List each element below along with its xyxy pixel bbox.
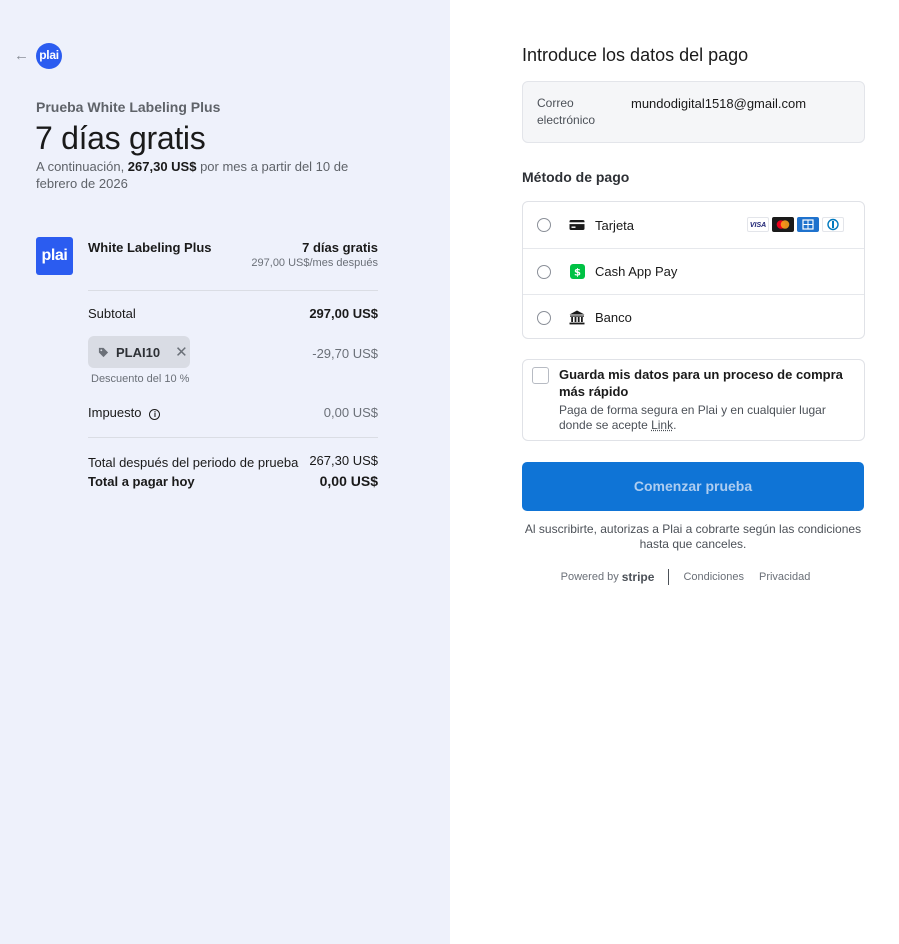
product-name: Prueba White Labeling Plus <box>36 99 221 115</box>
save-details-box: Guarda mis datos para un proceso de comp… <box>522 359 865 441</box>
legal-text: Al suscribirte, autorizas a Plai a cobra… <box>524 522 862 551</box>
cashapp-icon: $ <box>569 264 585 279</box>
footer-divider <box>668 569 670 585</box>
save-desc-end: . <box>673 418 677 432</box>
payment-title: Introduce los datos del pago <box>522 45 749 65</box>
powered-by[interactable]: Powered by stripe <box>561 570 655 584</box>
visa-icon: VISA <box>747 217 769 232</box>
payment-option-cashapp[interactable]: $ Cash App Pay <box>523 248 864 294</box>
email-value[interactable]: mundodigital1518@gmail.com <box>631 96 806 111</box>
item-price-after: 297,00 US$/mes después <box>251 257 378 269</box>
today-value: 0,00 US$ <box>319 473 378 489</box>
radio-cashapp[interactable] <box>537 264 551 279</box>
back-arrow-icon[interactable]: ← <box>14 47 32 65</box>
item-name: White Labeling Plus <box>88 240 212 255</box>
item-logo: plai <box>36 237 73 275</box>
order-summary-panel: ← plai Prueba White Labeling Plus 7 días… <box>0 0 450 944</box>
trial-title: 7 días gratis <box>35 120 206 156</box>
tax-label-row: Impuesto i <box>88 405 161 420</box>
card-icon <box>569 218 585 232</box>
billing-desc-amount: 267,30 US$ <box>127 159 197 174</box>
payment-option-label: Cash App Pay <box>595 264 678 279</box>
item-price-block: 7 días gratis 297,00 US$/mes después <box>251 240 378 269</box>
save-details-title[interactable]: Guarda mis datos para un proceso de comp… <box>559 366 859 400</box>
footer: Powered by stripe Condiciones Privacidad <box>522 569 864 585</box>
promo-code-text: PLAI10 <box>116 344 161 360</box>
payment-option-card[interactable]: Tarjeta VISA <box>523 202 864 248</box>
payment-panel: Introduce los datos del pago Correo elec… <box>450 0 899 944</box>
svg-text:$: $ <box>574 267 581 278</box>
promo-code-chip[interactable]: PLAI10 ✕ <box>88 336 190 368</box>
billing-desc-prefix: A continuación, <box>36 159 128 174</box>
save-desc-text: Paga de forma segura en Plai y en cualqu… <box>559 403 826 432</box>
payment-option-label: Banco <box>595 310 632 325</box>
save-details-checkbox[interactable] <box>532 367 549 384</box>
privacy-link[interactable]: Privacidad <box>759 571 810 583</box>
payment-method-list: Tarjeta VISA $ Cash App Pay Banco <box>522 201 865 339</box>
plai-logo[interactable]: plai <box>36 43 62 69</box>
info-icon[interactable]: i <box>149 409 161 420</box>
payment-method-title: Método de pago <box>522 169 630 185</box>
discount-note: Descuento del 10 % <box>91 373 190 385</box>
amex-icon <box>797 217 819 232</box>
divider <box>88 437 378 438</box>
radio-card[interactable] <box>537 218 551 232</box>
remove-promo-icon[interactable]: ✕ <box>175 343 188 361</box>
subtotal-value: 297,00 US$ <box>309 306 378 321</box>
payment-option-label: Tarjeta <box>595 217 635 233</box>
terms-link[interactable]: Condiciones <box>683 571 744 583</box>
start-trial-button[interactable]: Comenzar prueba <box>522 462 864 511</box>
discount-value: -29,70 US$ <box>312 346 378 361</box>
radio-bank[interactable] <box>537 310 551 325</box>
link-info-link[interactable]: Link <box>651 418 673 432</box>
card-brands: VISA <box>747 217 844 232</box>
bank-icon <box>569 310 585 325</box>
diners-icon <box>822 217 844 232</box>
billing-description: A continuación, 267,30 US$ por mes a par… <box>36 158 366 192</box>
payment-option-bank[interactable]: Banco <box>523 294 864 340</box>
email-field[interactable]: Correo electrónico mundodigital1518@gmai… <box>522 81 865 143</box>
after-trial-value: 267,30 US$ <box>309 453 378 468</box>
subtotal-label: Subtotal <box>88 306 136 321</box>
after-trial-label: Total después del periodo de prueba <box>88 455 299 470</box>
tax-label: Impuesto <box>88 405 142 420</box>
save-details-desc: Paga de forma segura en Plai y en cualqu… <box>559 403 859 433</box>
stripe-logo: stripe <box>621 570 655 584</box>
powered-by-label: Powered by <box>560 571 619 583</box>
today-label: Total a pagar hoy <box>88 474 195 489</box>
divider <box>88 290 378 291</box>
tax-value: 0,00 US$ <box>323 405 378 420</box>
email-label: Correo electrónico <box>537 96 596 127</box>
tag-icon <box>98 347 109 357</box>
item-price: 7 días gratis <box>302 240 378 255</box>
mastercard-icon <box>772 217 794 232</box>
